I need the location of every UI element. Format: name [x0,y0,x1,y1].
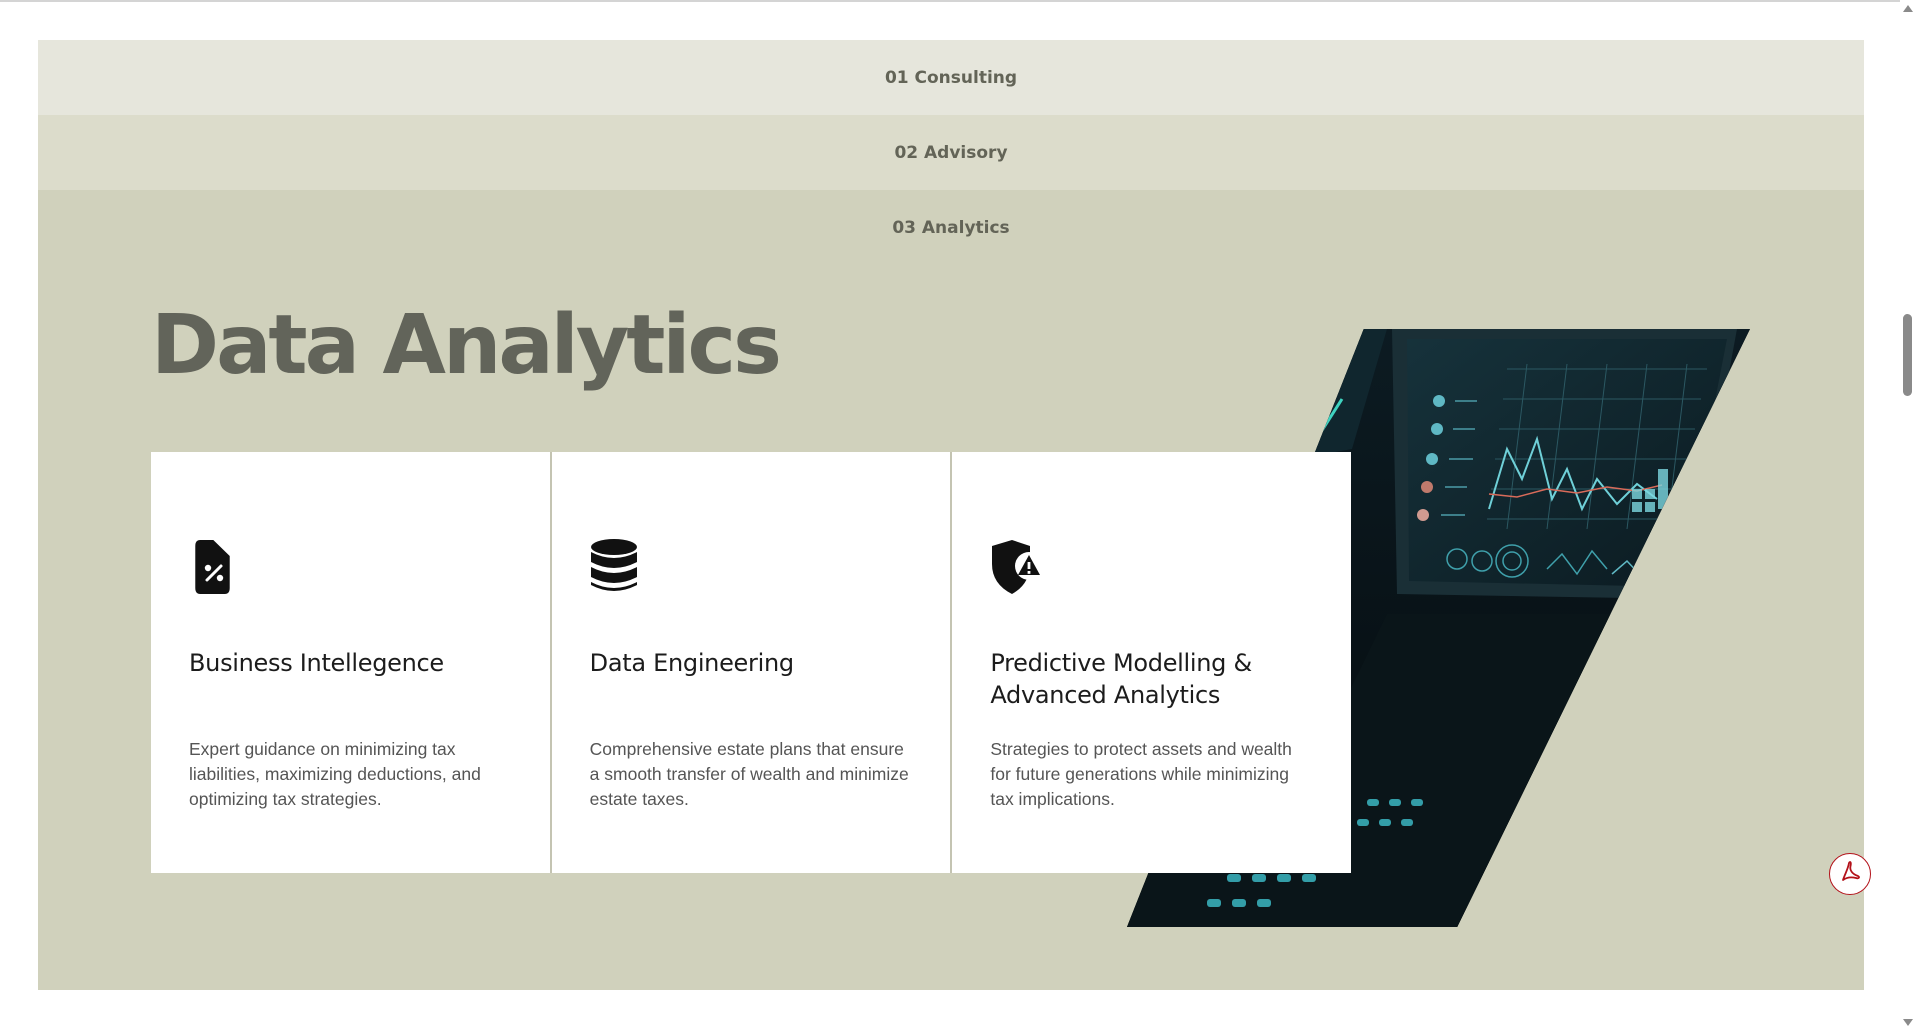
analytics-panel: 03 Analytics Data Analytics Business Int… [38,190,1864,990]
card-description: Expert guidance on minimizing tax liabil… [189,739,481,809]
acrobat-pdf-icon [1838,860,1862,889]
tab-label: 02 Advisory [894,142,1008,163]
scroll-down-arrow-icon[interactable] [1903,1019,1913,1026]
percent-document-icon [189,538,245,594]
services-accordion: 01 Consulting 02 Advisory 03 Analytics D… [38,40,1864,990]
service-cards: Business Intellegence Expert guidance on… [151,452,1352,873]
tab-label: 03 Analytics [892,217,1010,238]
card-title: Predictive Modelling & Advanced Analytic… [990,649,1252,709]
tab-analytics[interactable]: 03 Analytics [38,190,1864,265]
scroll-up-arrow-icon[interactable] [1903,5,1913,12]
card-title: Business Intellegence [189,649,444,677]
card-description: Comprehensive estate plans that ensure a… [589,739,909,809]
pdf-download-button[interactable] [1829,853,1871,895]
panel-title: Data Analytics [151,298,782,393]
card-business-intelligence[interactable]: Business Intellegence Expert guidance on… [151,452,550,873]
tab-consulting[interactable]: 01 Consulting [38,40,1864,115]
card-predictive-modelling[interactable]: Predictive Modelling & Advanced Analytic… [952,452,1352,873]
page: 01 Consulting 02 Advisory 03 Analytics D… [0,0,1915,1031]
scroll-thumb[interactable] [1903,314,1912,396]
card-data-engineering[interactable]: Data Engineering Comprehensive estate pl… [551,452,951,873]
card-title: Data Engineering [589,649,794,677]
card-description: Strategies to protect assets and wealth … [990,739,1292,809]
database-icon [590,538,646,594]
shield-warning-icon [990,538,1046,594]
tab-advisory[interactable]: 02 Advisory [38,115,1864,190]
tab-label: 01 Consulting [884,67,1018,88]
top-divider [0,0,1900,2]
scrollbar[interactable] [1900,0,1915,1031]
